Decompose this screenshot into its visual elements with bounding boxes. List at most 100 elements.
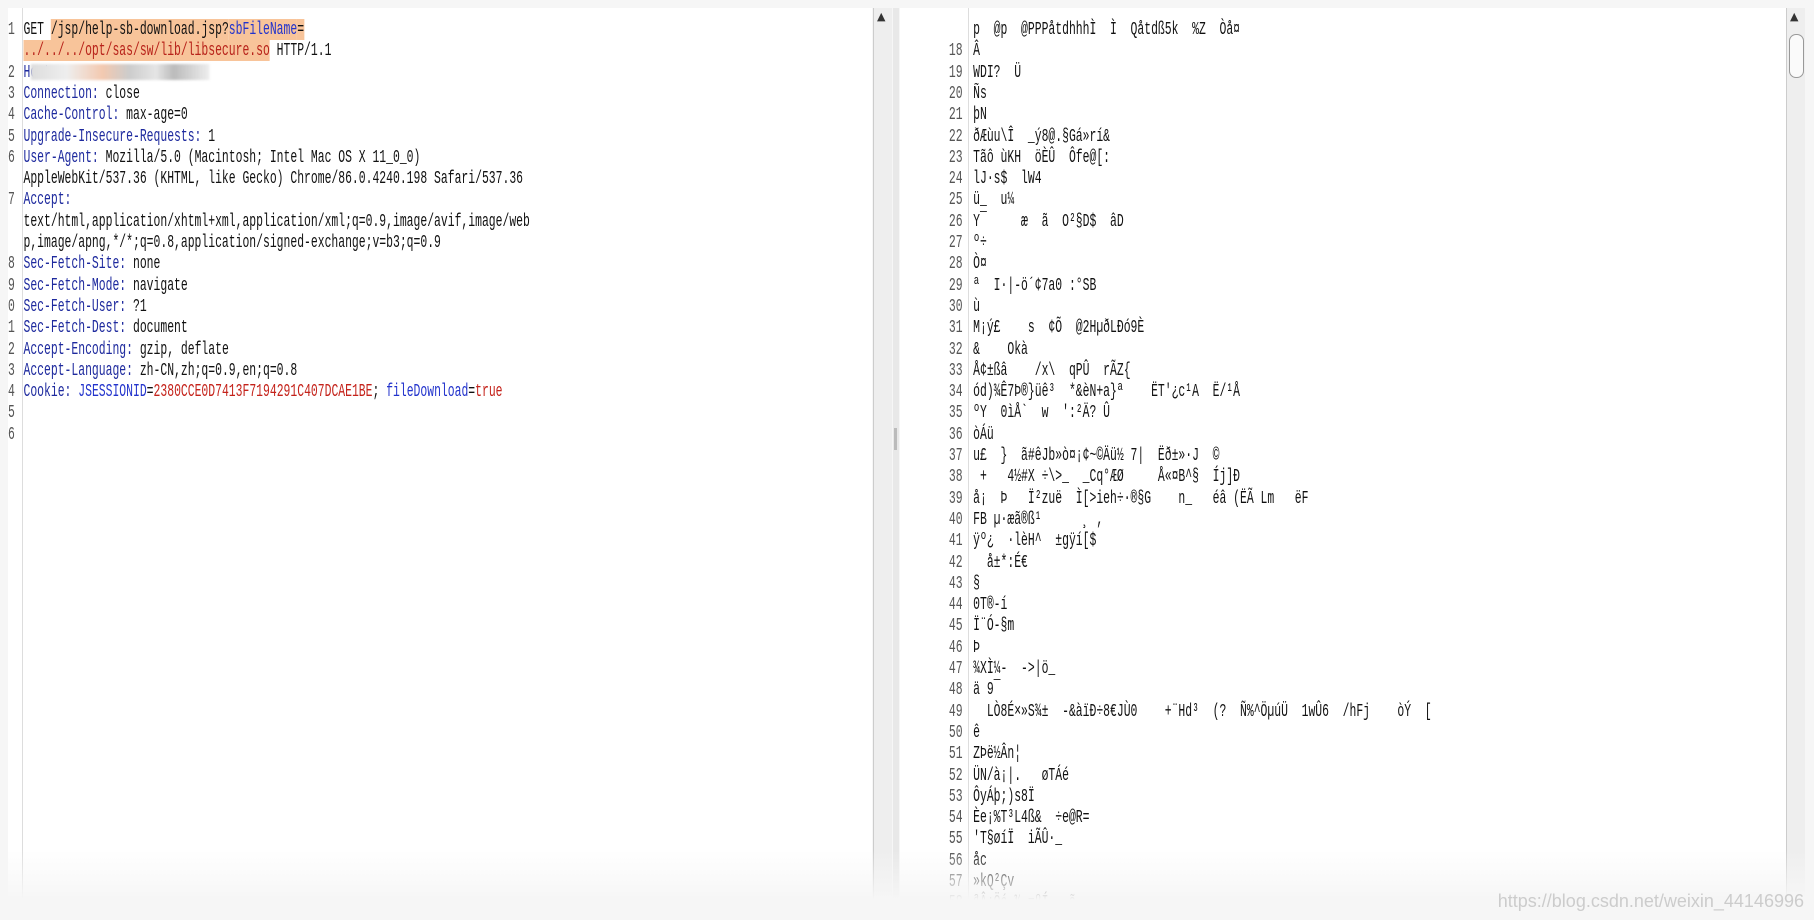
header-value: fileDownload bbox=[386, 381, 469, 403]
line-number: 55 bbox=[948, 828, 963, 850]
header-value: p,image/apng,*/*;q=0.8,application/signe… bbox=[23, 232, 441, 253]
header-value: AppleWebKit/537.36 (KHTML, like Gecko) C… bbox=[23, 168, 524, 190]
scrollbar-thumb[interactable] bbox=[1789, 34, 1804, 78]
response-line: 41 ÿº¿ ·lèH^ ±gÿí[$ bbox=[900, 530, 1096, 551]
response-text: ù bbox=[973, 295, 981, 317]
line-number: 46 bbox=[948, 636, 963, 658]
line-number: 21 bbox=[948, 104, 963, 126]
line-number: 6 bbox=[8, 146, 15, 168]
response-line: 31 M¡ý£ s ¢Õ @2HµðLÐó9È bbox=[900, 317, 1144, 338]
response-text: ZÞë½Ân¦ bbox=[973, 743, 1022, 765]
response-text: ê bbox=[973, 721, 981, 743]
header-value: text/html,application/xhtml+xml,applicat… bbox=[23, 210, 530, 232]
response-line: 28 Ò¤ bbox=[900, 253, 987, 274]
response-text: Å¢±ßâ /x\ qPÛ rÃZ{ bbox=[973, 359, 1131, 381]
response-text: p @p @PPPåtdhhhÌ Ì Qåtdß5k %Z Òå¤ bbox=[973, 19, 1241, 40]
response-text: FB µ·æã®ß¹ ¸ , bbox=[973, 508, 1104, 530]
line-number: 25 bbox=[948, 189, 963, 211]
response-text: Y¯ æ ã O²§D$ âD bbox=[973, 210, 1124, 232]
response-scrollbar[interactable]: ▲ bbox=[1786, 8, 1805, 900]
response-line: 30 ù bbox=[900, 296, 980, 317]
response-line: 29 ª I·|-ö´¢7a0 :°SB bbox=[900, 275, 1096, 296]
response-text: þN bbox=[973, 104, 987, 126]
header-name: Sec-Fetch-Dest: bbox=[23, 317, 127, 339]
request-line: 8 Sec-Fetch-Site: none bbox=[8, 253, 160, 274]
line-number: 5 bbox=[8, 402, 15, 424]
request-line: AppleWebKit/537.36 (KHTML, like Gecko) C… bbox=[8, 168, 524, 190]
header-value: sbFileName bbox=[228, 19, 298, 40]
line-number: 39 bbox=[948, 487, 963, 509]
line-number: 18 bbox=[948, 40, 963, 62]
response-text: 0T®-í bbox=[973, 594, 1008, 616]
line-number: 41 bbox=[948, 530, 963, 552]
request-line: 3 Accept-Language: zh-CN,zh;q=0.9,en;q=0.… bbox=[8, 360, 297, 381]
response-line: 34 ód)¾Ê7Þ®}üê³ *&èN+a}ª ËT'¿c¹A Ë/¹Å bbox=[900, 381, 1240, 402]
line-number: 4 bbox=[8, 381, 15, 403]
response-line: 27 º÷ bbox=[900, 232, 987, 253]
request-scrollbar[interactable]: ▲ bbox=[873, 8, 892, 900]
request-line: 9 Sec-Fetch-Mode: navigate bbox=[8, 275, 188, 296]
request-line: 1 Sec-Fetch-Dest: document bbox=[8, 317, 188, 338]
response-line: 50 ê bbox=[900, 722, 980, 743]
line-number: 4 bbox=[8, 104, 15, 126]
header-value: document bbox=[126, 317, 188, 339]
response-line: 45 Ï¨Ó-§m bbox=[900, 615, 1014, 636]
line-number: 1 bbox=[8, 317, 15, 339]
response-text: ä 9¯ bbox=[973, 679, 1001, 701]
request-line: 2Host: bbox=[8, 62, 210, 83]
request-editor[interactable]: 1 GET /jsp/help-sb-download.jsp?sbFileNam… bbox=[8, 8, 872, 900]
response-line: 44 0T®-í bbox=[900, 594, 1007, 615]
response-line: 37 u£ } ã#êJb»ò¤¡¢~©Äü½ 7| Ëð±»·J © bbox=[900, 445, 1220, 466]
line-number: 35 bbox=[948, 402, 963, 424]
request-line: 7 Accept: bbox=[8, 189, 71, 210]
response-line: 36 òÁü bbox=[900, 424, 994, 445]
line-number: 7 bbox=[8, 189, 15, 211]
response-editor[interactable]: p @p @PPPåtdhhhÌ Ì Qåtdß5k %Z Òå¤ 18 Â 19 WD… bbox=[900, 8, 1786, 900]
response-line: 22 ðÆùu\Î _ý8@.§Gá»rí& bbox=[900, 126, 1110, 147]
line-number: 38 bbox=[948, 466, 963, 488]
line-number: 54 bbox=[948, 807, 963, 829]
response-line: 23 Tãô ùKH öÈÛ Ôfe@[: bbox=[900, 147, 1110, 168]
request-line: 6 bbox=[8, 424, 24, 445]
response-text: + 4½#X ÷\>_ _Cq°ÆØ Å«¤B^§ Íj]Ð bbox=[973, 466, 1241, 488]
response-text: ÿº¿ ·lèH^ ±gÿí[$ bbox=[973, 530, 1097, 552]
header-name: Cache-Control: bbox=[23, 104, 120, 126]
scroll-up-arrow-icon[interactable]: ▲ bbox=[1790, 10, 1798, 23]
header-name: Connection: bbox=[23, 82, 99, 104]
response-line: 51 ZÞë½Ân¦ bbox=[900, 743, 1021, 764]
response-text: u£ } ã#êJb»ò¤¡¢~©Äü½ 7| Ëð±»·J © bbox=[973, 445, 1220, 466]
request-line: p,image/apng,*/*;q=0.8,application/signe… bbox=[8, 232, 441, 253]
response-line: 49 LÒ8É×»S¾± -&àïÐ÷8€JÙ0 +¨Hd³ (? Ñ%^Öµú… bbox=[900, 701, 1432, 722]
response-line: 40 FB µ·æã®ß¹ ¸ , bbox=[900, 509, 1103, 530]
response-line: 18 Â bbox=[900, 40, 980, 61]
response-text: § bbox=[973, 572, 981, 594]
header-value: none bbox=[126, 253, 161, 275]
response-line: 35 ºY 0ìÅ` w ':²Ä? Û bbox=[900, 402, 1110, 423]
line-number: 8 bbox=[8, 253, 15, 275]
header-name: Sec-Fetch-Site: bbox=[23, 253, 127, 275]
response-text: ºY 0ìÅ` w ':²Ä? Û bbox=[973, 402, 1111, 424]
line-number: 47 bbox=[948, 658, 963, 679]
line-number: 9 bbox=[8, 274, 15, 296]
response-line: 24 lJ·s$ lW4 bbox=[900, 168, 1042, 189]
line-number: 6 bbox=[8, 423, 15, 445]
request-line: 4 Cookie: JSESSIONID=2380CCE0D7413F719429… bbox=[8, 381, 503, 402]
header-name: Accept: bbox=[23, 189, 72, 211]
line-number: 29 bbox=[948, 274, 963, 296]
header-value: /jsp/help-sb-download.jsp? bbox=[50, 19, 229, 40]
response-line: 32 & Okà bbox=[900, 339, 1028, 360]
pane-splitter[interactable] bbox=[893, 8, 899, 900]
request-line: ../../../opt/sas/sw/lib/libsecure.so HTT… bbox=[8, 40, 331, 62]
line-number: 34 bbox=[948, 381, 963, 403]
splitter-grip[interactable] bbox=[894, 428, 897, 450]
line-number: 24 bbox=[948, 168, 963, 190]
line-number: 37 bbox=[948, 445, 963, 466]
request-line: text/html,application/xhtml+xml,applicat… bbox=[8, 211, 530, 232]
response-text: òÁü bbox=[973, 423, 994, 445]
header-value: max-age=0 bbox=[119, 104, 188, 126]
header-name: User-Agent: bbox=[23, 146, 99, 168]
line-number: 23 bbox=[948, 146, 963, 168]
header-value: close bbox=[98, 82, 140, 104]
response-line: 33 Å¢±ßâ /x\ qPÛ rÃZ{ bbox=[900, 360, 1131, 381]
scroll-up-arrow-icon[interactable]: ▲ bbox=[877, 10, 885, 23]
